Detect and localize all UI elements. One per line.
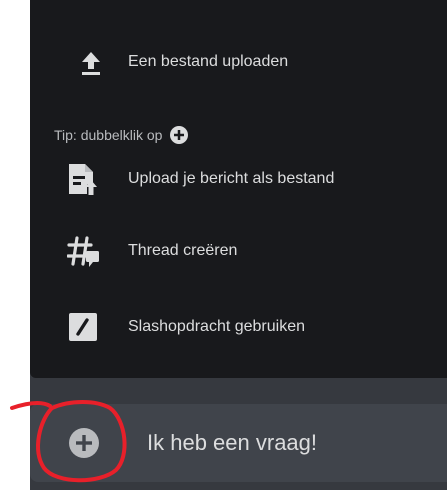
menu-item-label: Thread creëren [128,242,238,259]
menu-item-label: Upload je bericht als bestand [128,170,335,187]
menu-item-create-thread[interactable]: Thread creëren [30,228,447,276]
menu-item-slash-command[interactable]: Slashopdracht gebruiken [30,304,447,352]
tip-text: Tip: dubbelklik op [54,126,189,144]
file-upload-icon [69,164,97,195]
plus-circle-icon [170,126,189,144]
chat-window: Een bestand uploaden Tip: dubbelklik op … [30,0,447,490]
menu-item-label: Slashopdracht gebruiken [128,318,306,335]
tip-label: Tip: dubbelklik op [54,127,163,143]
upload-arrow-icon [82,52,100,75]
message-composer: Ik heb een vraag! [30,404,447,482]
menu-item-upload-file[interactable]: Een bestand uploaden [30,44,447,84]
slash-box-icon [69,313,97,341]
plus-circle-icon[interactable] [69,428,99,458]
attach-menu: Een bestand uploaden Tip: dubbelklik op … [30,0,447,378]
menu-item-label: Een bestand uploaden [128,53,289,70]
menu-item-upload-message[interactable]: Upload je bericht als bestand [30,156,447,204]
thread-hash-icon [67,236,99,267]
message-input[interactable]: Ik heb een vraag! [147,428,317,458]
